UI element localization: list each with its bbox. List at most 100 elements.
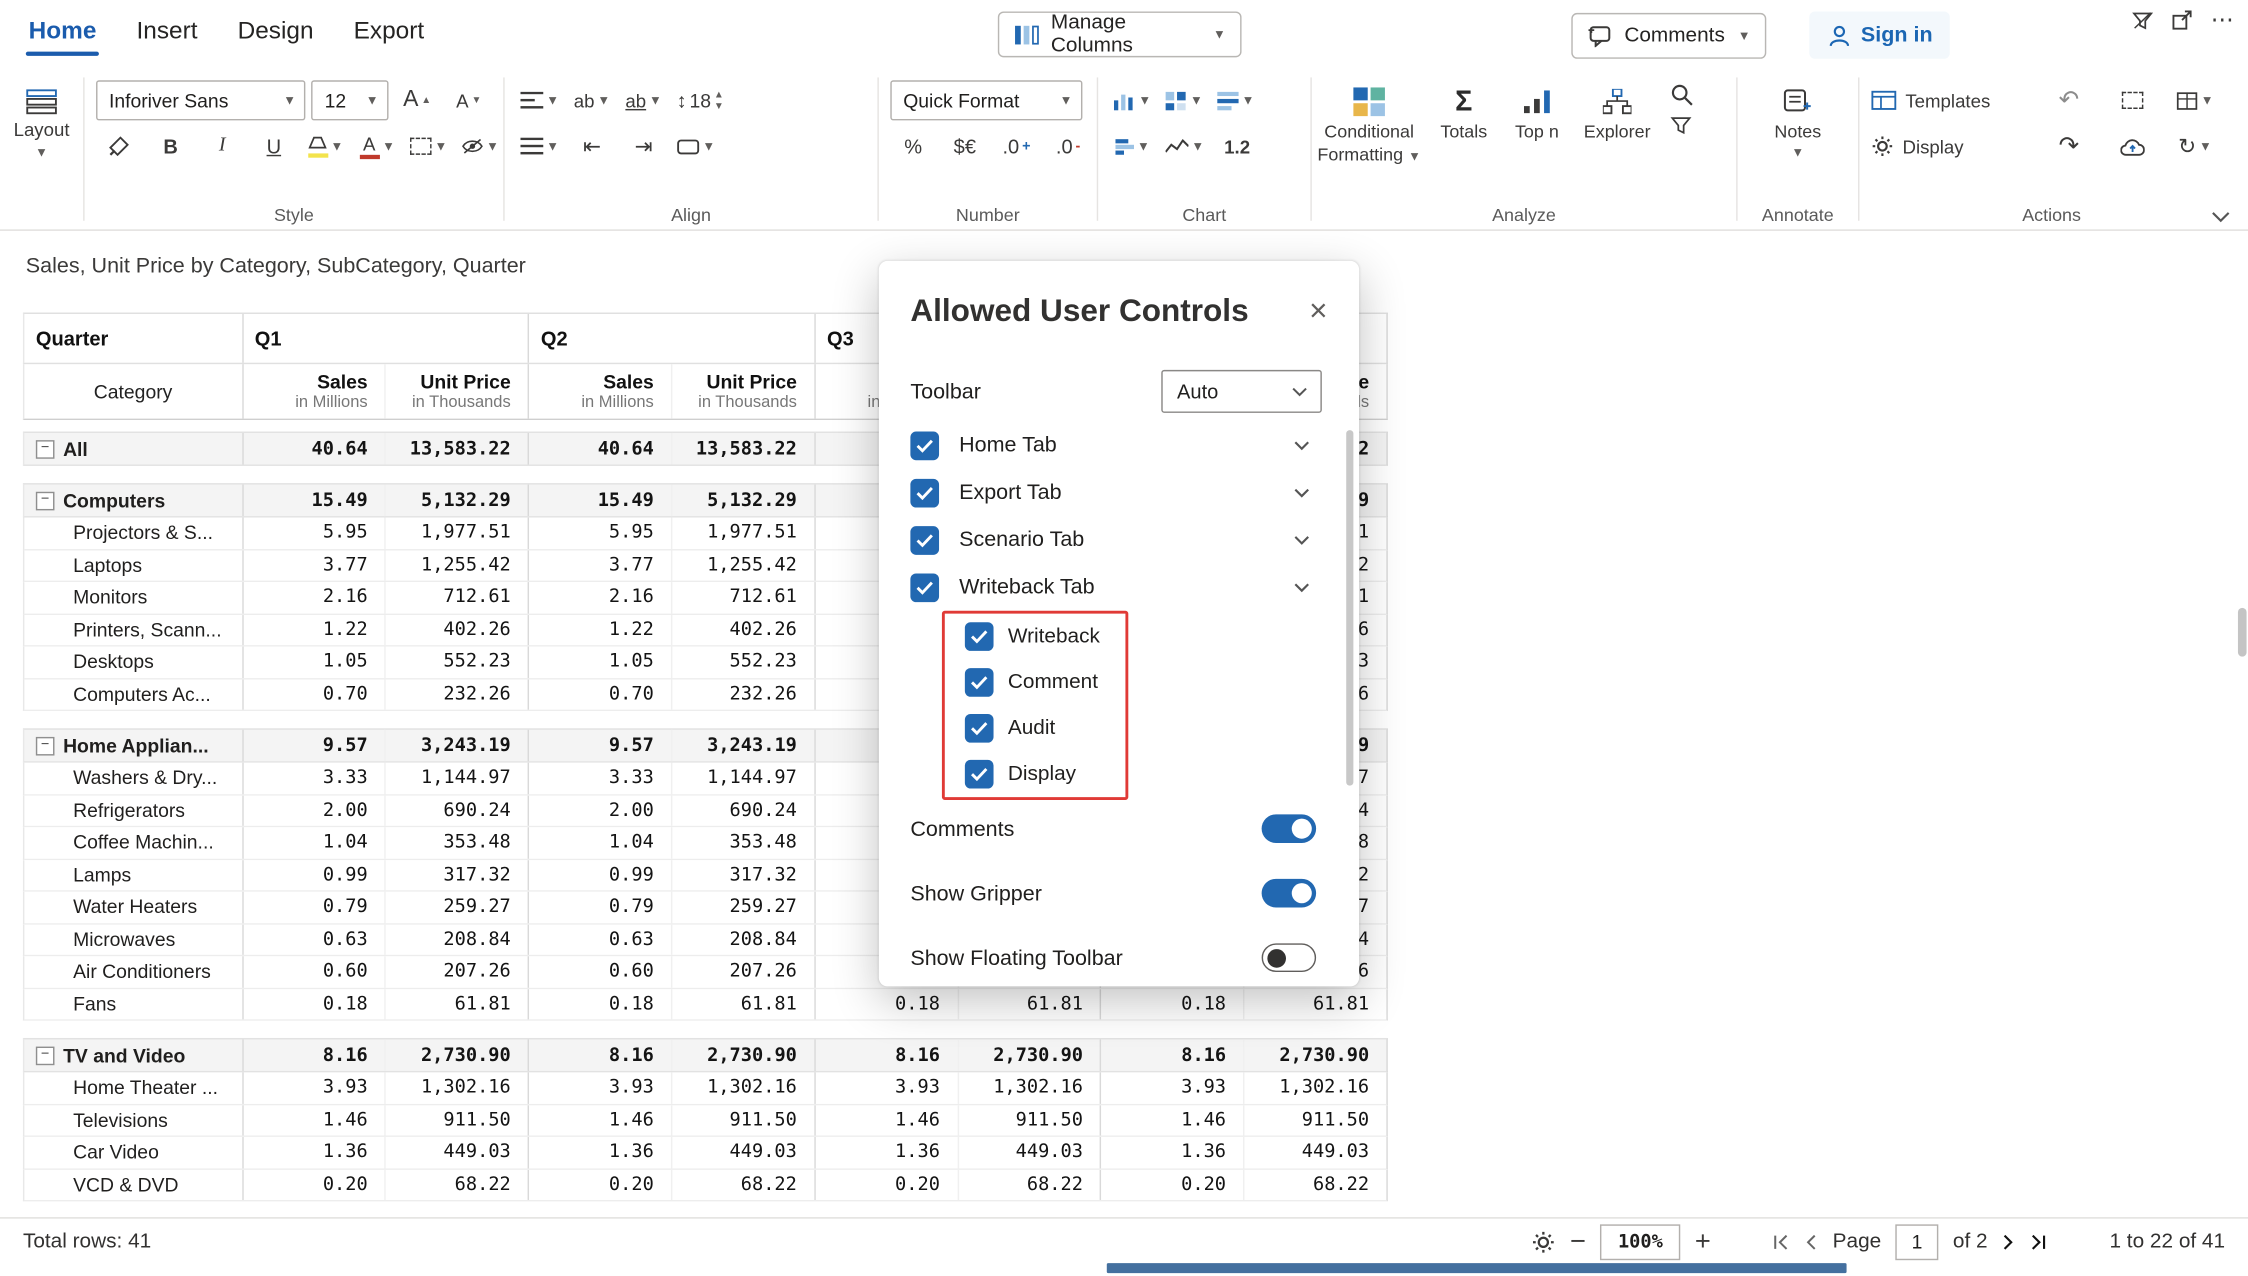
price-cell[interactable]: 259.27 [385,892,528,923]
visibility-button[interactable]: ▼ [457,126,503,166]
chart-layout-button[interactable]: ▼ [1213,80,1259,120]
price-cell[interactable]: 232.26 [671,679,814,710]
row-label[interactable]: Lamps [24,859,241,890]
layout-button[interactable]: Layout ▼ [3,89,80,159]
chart-style-button[interactable]: ▼ [1161,80,1207,120]
row-label[interactable]: Washers & Dry... [24,763,241,794]
merge-cells-button[interactable]: ▼ [672,126,719,166]
collapse-ribbon-icon[interactable] [2211,211,2231,224]
next-page-button[interactable] [2002,1232,2016,1251]
last-page-button[interactable] [2031,1232,2050,1251]
sales-cell[interactable]: 40.64 [242,433,385,465]
sales-cell[interactable]: 0.20 [528,1169,671,1200]
price-cell[interactable]: 2,730.90 [671,1039,814,1071]
price-cell[interactable]: 5,132.29 [385,485,528,517]
price-cell[interactable]: 1,302.16 [385,1072,528,1103]
sales-cell[interactable]: 3.77 [242,550,385,581]
quarter-header[interactable]: Q1 [242,314,528,363]
price-cell[interactable]: 208.84 [385,924,528,955]
text-overflow-button[interactable]: ab ▼ [621,80,667,120]
sales-cell[interactable]: 40.64 [528,433,671,465]
decrease-font-size-button[interactable]: A▼ [446,80,492,120]
sales-cell[interactable]: 0.79 [242,892,385,923]
cloud-upload-icon[interactable] [2109,126,2155,166]
sales-cell[interactable]: 3.93 [242,1072,385,1103]
row-label[interactable]: VCD & DVD [24,1169,241,1200]
zoom-input[interactable] [1600,1224,1680,1260]
manage-columns-button[interactable]: Manage Columns ▼ [998,11,1242,57]
font-family-select[interactable]: Inforiver Sans ▼ [96,80,306,120]
row-label[interactable]: Home Theater ... [24,1072,241,1103]
menu-tab-export[interactable]: Export [334,0,445,59]
sales-cell[interactable]: 8.16 [814,1039,957,1071]
chevron-down-icon[interactable] [1293,581,1310,592]
sales-cell[interactable]: 0.99 [242,859,385,890]
price-cell[interactable]: 68.22 [1243,1169,1386,1200]
sales-cell[interactable]: 8.16 [242,1039,385,1071]
settings-gear-icon[interactable] [1531,1229,1555,1253]
sales-cell[interactable]: 0.60 [242,956,385,987]
price-cell[interactable]: 1,144.97 [671,763,814,794]
bold-button[interactable]: B [148,126,194,166]
checkbox[interactable] [965,622,994,651]
measure-header[interactable]: Unit Pricein Thousands [385,364,528,418]
checkbox[interactable] [910,431,939,460]
price-cell[interactable]: 1,977.51 [385,518,528,549]
sales-cell[interactable]: 5.95 [242,518,385,549]
price-cell[interactable]: 712.61 [671,582,814,613]
sales-cell[interactable]: 2.00 [528,795,671,826]
sales-cell[interactable]: 15.49 [528,485,671,517]
font-size-select[interactable]: 12 ▼ [312,80,389,120]
underline-button[interactable]: U [251,126,297,166]
sales-cell[interactable]: 9.57 [528,730,671,762]
sales-cell[interactable]: 0.70 [242,679,385,710]
chevron-down-icon[interactable] [1293,439,1310,450]
sales-cell[interactable]: 0.20 [242,1169,385,1200]
sales-cell[interactable]: 15.49 [242,485,385,517]
totals-button[interactable]: Σ Totals [1427,80,1502,144]
price-cell[interactable]: 449.03 [671,1137,814,1168]
fill-color-button[interactable]: ▼ [303,126,349,166]
toolbar-mode-select[interactable]: Auto [1161,370,1322,413]
price-cell[interactable]: 911.50 [385,1105,528,1136]
price-cell[interactable]: 13,583.22 [671,433,814,465]
checkbox[interactable] [965,760,994,789]
increase-font-size-button[interactable]: A▲ [394,80,440,120]
data-bars-button[interactable]: ▼ [1110,126,1156,166]
collapse-icon[interactable]: − [36,439,55,458]
price-cell[interactable]: 259.27 [671,892,814,923]
chevron-down-icon[interactable] [1293,534,1310,545]
font-color-button[interactable]: A ▼ [354,126,400,166]
row-label[interactable]: −TV and Video [24,1039,241,1071]
row-height-control[interactable]: ↕ 18 ▲▼ [672,80,728,120]
zoom-out-button[interactable]: − [1570,1228,1586,1255]
sales-cell[interactable]: 5.95 [528,518,671,549]
row-label[interactable]: Car Video [24,1137,241,1168]
selection-marquee-button[interactable] [2109,80,2155,120]
sales-cell[interactable]: 3.33 [242,763,385,794]
chevron-down-icon[interactable] [1293,487,1310,498]
sales-cell[interactable]: 0.18 [528,989,671,1020]
price-cell[interactable]: 2,730.90 [957,1039,1100,1071]
collapse-icon[interactable]: − [36,1046,55,1065]
price-cell[interactable]: 1,255.42 [671,550,814,581]
price-cell[interactable]: 449.03 [1243,1137,1386,1168]
sign-in-button[interactable]: Sign in [1809,11,1949,58]
dialog-scrollbar[interactable] [1346,430,1353,786]
quarter-corner-header[interactable]: Quarter [24,314,241,363]
toggle-switch[interactable] [1262,814,1316,843]
price-cell[interactable]: 13,583.22 [385,433,528,465]
checkbox[interactable] [910,478,939,507]
price-cell[interactable]: 68.22 [671,1169,814,1200]
export-grid-button[interactable]: ▼ [2172,80,2218,120]
row-label[interactable]: Monitors [24,582,241,613]
price-cell[interactable]: 449.03 [385,1137,528,1168]
sales-cell[interactable]: 1.46 [528,1105,671,1136]
row-label[interactable]: Printers, Scann... [24,614,241,645]
price-cell[interactable]: 1,302.16 [957,1072,1100,1103]
price-cell[interactable]: 353.48 [671,827,814,858]
sales-cell[interactable]: 1.46 [1100,1105,1243,1136]
quick-format-select[interactable]: Quick Format ▼ [890,80,1082,120]
format-painter-button[interactable] [96,126,142,166]
italic-button[interactable]: I [199,126,245,166]
